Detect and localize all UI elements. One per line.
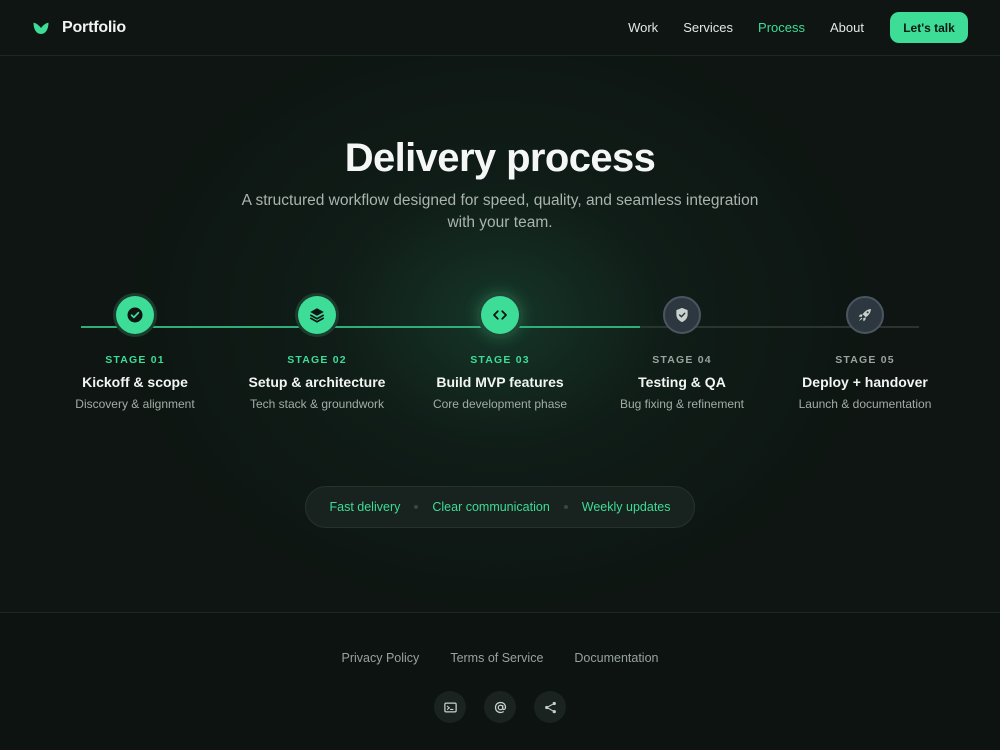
terminal-icon <box>443 702 457 712</box>
separator-dot <box>414 505 419 509</box>
at-sign-icon <box>494 701 506 713</box>
nav-link-services[interactable]: Services <box>683 20 733 35</box>
layers-icon <box>309 308 325 323</box>
stage-4-desc: Bug fixing & refinement <box>619 397 745 411</box>
stage-5-desc: Launch & documentation <box>798 397 932 411</box>
code-icon <box>493 310 507 320</box>
stage-4-marker <box>663 296 701 334</box>
stage-1: STAGE 01 Kickoff & scope Discovery & ali… <box>45 296 225 411</box>
social-share-button[interactable] <box>534 691 566 723</box>
check-circle-icon <box>127 307 143 323</box>
stage-2: STAGE 02 Setup & architecture Tech stack… <box>227 296 407 411</box>
footer-link-documentation[interactable]: Documentation <box>574 651 658 665</box>
rocket-icon <box>858 309 871 322</box>
social-terminal-button[interactable] <box>434 691 466 723</box>
highlight-fast-delivery: Fast delivery <box>329 500 401 514</box>
footer: Privacy Policy Terms of Service Document… <box>0 612 1000 750</box>
stage-2-title: Setup & architecture <box>248 374 386 390</box>
stage-3-marker <box>481 296 519 334</box>
stage-5: STAGE 05 Deploy + handover Launch & docu… <box>775 296 955 411</box>
footer-link-privacy-policy[interactable]: Privacy Policy <box>342 651 420 665</box>
stage-5-marker <box>846 296 884 334</box>
social-links <box>0 691 1000 723</box>
highlight-clear-communication: Clear communication <box>432 500 550 514</box>
brand[interactable]: Portfolio <box>32 19 126 37</box>
highlight-weekly-updates: Weekly updates <box>581 500 671 514</box>
stage-5-title: Deploy + handover <box>802 374 928 390</box>
stage-2-label: STAGE 02 <box>287 354 347 366</box>
stage-1-marker <box>116 296 154 334</box>
nav-link-work[interactable]: Work <box>628 20 658 35</box>
brand-name: Portfolio <box>62 18 126 36</box>
page-title: Delivery process <box>344 136 656 180</box>
stage-1-title: Kickoff & scope <box>82 374 188 390</box>
stage-2-desc: Tech stack & groundwork <box>249 397 385 411</box>
social-email-button[interactable] <box>484 691 516 723</box>
stage-1-label: STAGE 01 <box>105 354 165 366</box>
top-navigation-bar: Portfolio Work Services Process About Le… <box>0 0 1000 56</box>
nav-link-process[interactable]: Process <box>758 20 805 35</box>
stage-3-label: STAGE 03 <box>470 354 530 366</box>
stage-4: STAGE 04 Testing & QA Bug fixing & refin… <box>592 296 772 411</box>
stage-4-label: STAGE 04 <box>652 354 712 366</box>
brand-logo-icon <box>33 22 49 34</box>
share-icon <box>544 701 556 713</box>
main-nav: Work Services Process About Let's talk <box>603 12 968 43</box>
stage-2-marker <box>298 296 336 334</box>
stage-3-desc: Core development phase <box>432 397 568 411</box>
stage-3: STAGE 03 Build MVP features Core develop… <box>410 296 590 411</box>
shield-check-icon <box>676 307 688 323</box>
highlights-pill: Fast delivery Clear communication Weekly… <box>305 486 695 528</box>
stage-1-desc: Discovery & alignment <box>75 397 195 411</box>
footer-link-terms-of-service[interactable]: Terms of Service <box>450 651 543 665</box>
separator-dot <box>563 505 568 509</box>
footer-links: Privacy Policy Terms of Service Document… <box>0 651 1000 665</box>
stage-5-label: STAGE 05 <box>835 354 895 366</box>
stage-3-title: Build MVP features <box>436 374 564 390</box>
nav-link-about[interactable]: About <box>830 20 864 35</box>
page-subtitle: A structured workflow designed for speed… <box>241 192 759 231</box>
lets-talk-button[interactable]: Let's talk <box>890 12 968 43</box>
stage-4-title: Testing & QA <box>638 374 726 390</box>
